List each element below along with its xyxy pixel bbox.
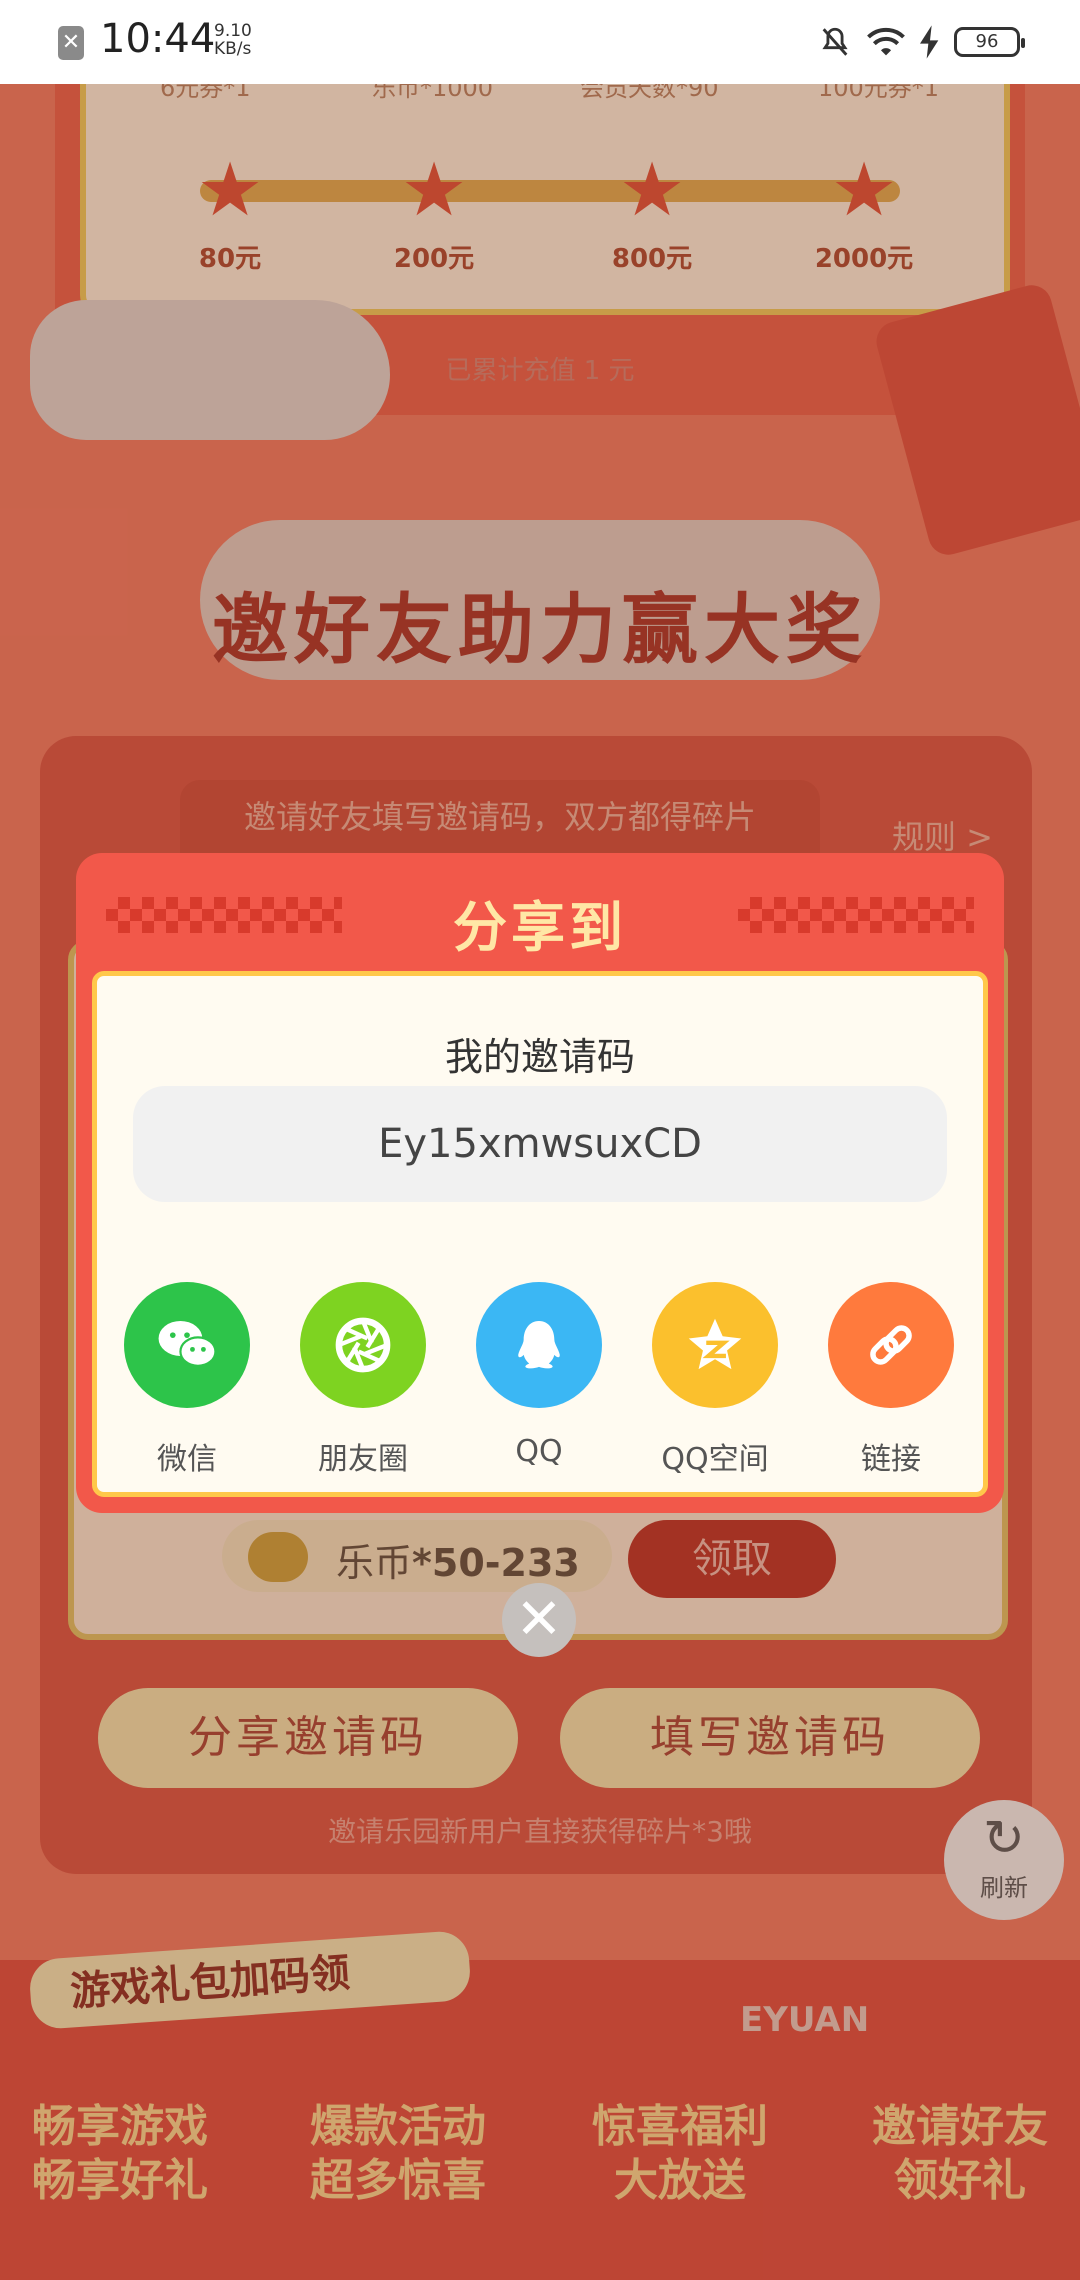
- wifi-icon: [867, 27, 905, 56]
- notification-x-icon: ✕: [58, 26, 84, 60]
- share-qzone[interactable]: QQ空间: [635, 1282, 795, 1478]
- share-label: QQ空间: [661, 1442, 769, 1477]
- close-modal-button[interactable]: ✕: [502, 1583, 576, 1657]
- share-moments[interactable]: 朋友圈: [283, 1282, 443, 1478]
- share-label: 链接: [861, 1442, 921, 1477]
- share-link[interactable]: 链接: [811, 1282, 971, 1478]
- qq-icon: [476, 1282, 602, 1408]
- share-label: QQ: [515, 1434, 563, 1469]
- share-label: 微信: [157, 1442, 217, 1477]
- link-icon: [828, 1282, 954, 1408]
- invite-code-field[interactable]: Ey15xmwsuxCD: [133, 1086, 947, 1202]
- network-speed: 9.10 KB/s: [214, 22, 252, 58]
- status-time: 10:44: [100, 16, 216, 62]
- status-icons: 96: [818, 22, 1025, 62]
- battery-level: 96: [954, 27, 1025, 57]
- share-modal: 分享到 我的邀请码 Ey15xmwsuxCD 微信 朋友圈 QQ QQ空间 链接: [76, 853, 1004, 1513]
- charging-icon: [920, 25, 939, 59]
- wechat-icon: [124, 1282, 250, 1408]
- network-speed-unit: KB/s: [214, 39, 252, 59]
- moments-icon: [300, 1282, 426, 1408]
- share-qq[interactable]: QQ: [459, 1282, 619, 1469]
- network-speed-value: 9.10: [214, 21, 252, 41]
- share-label: 朋友圈: [318, 1442, 408, 1477]
- modal-title: 分享到: [453, 896, 627, 959]
- mute-bell-icon: [822, 27, 848, 56]
- invite-code-label: 我的邀请码: [444, 1035, 635, 1079]
- share-card: 我的邀请码 Ey15xmwsuxCD 微信 朋友圈 QQ QQ空间 链接: [92, 971, 988, 1497]
- qzone-icon: [652, 1282, 778, 1408]
- status-bar: ✕ 10:44 9.10 KB/s 96: [0, 0, 1080, 84]
- share-wechat[interactable]: 微信: [107, 1282, 267, 1478]
